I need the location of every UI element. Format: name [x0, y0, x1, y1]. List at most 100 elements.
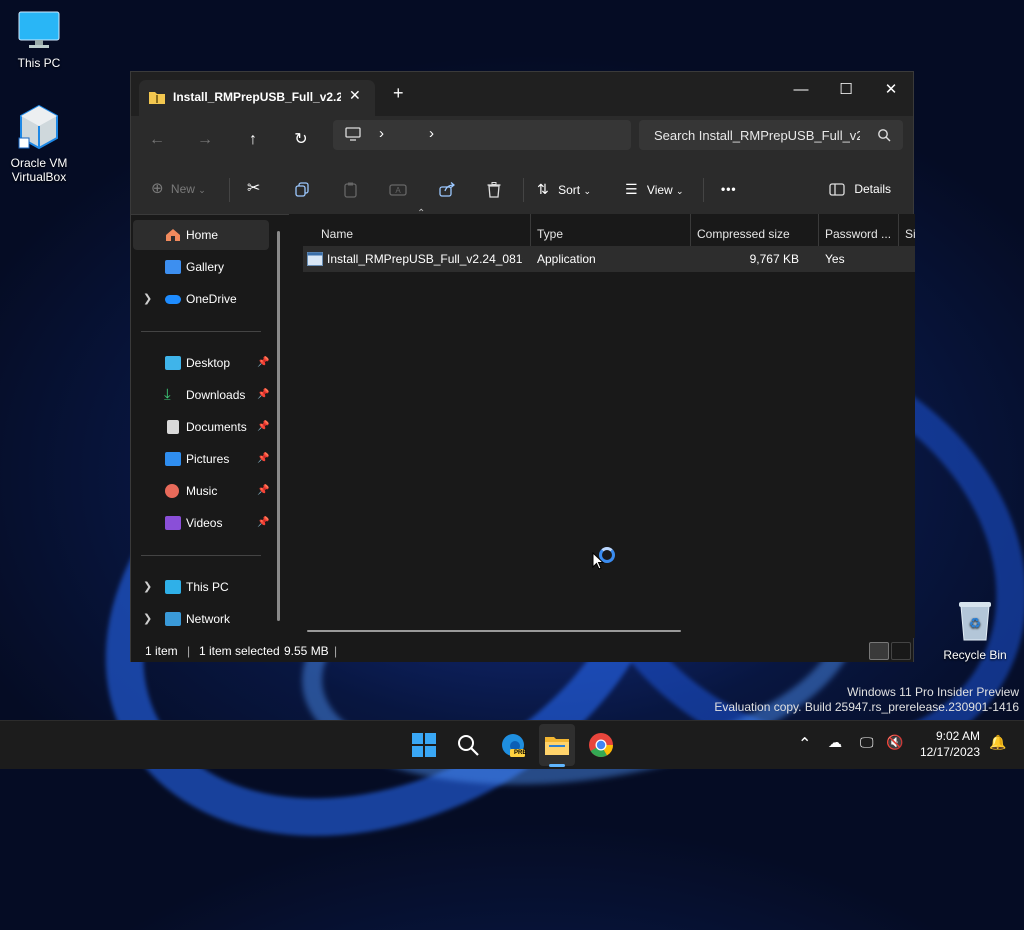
copy-icon — [295, 182, 309, 197]
sidebar-item-home[interactable]: Home — [133, 220, 269, 250]
cloud-icon — [165, 295, 181, 304]
desktop-icon-virtualbox[interactable]: Oracle VM VirtualBox — [1, 104, 77, 184]
sidebar-item-pictures[interactable]: Pictures 📌 — [133, 444, 269, 474]
cell-name: Install_RMPrepUSB_Full_v2.24_0810... — [327, 252, 523, 266]
volume-muted-icon[interactable]: 🔇 — [886, 734, 903, 751]
mouse-pointer-icon — [592, 552, 604, 570]
sidebar-item-downloads[interactable]: ⤓ Downloads 📌 — [133, 380, 269, 410]
system-clock[interactable]: 9:02 AM 12/17/2023 — [918, 728, 980, 760]
forward-button[interactable]: → — [189, 124, 221, 156]
new-button[interactable]: ⊕ New ⌄ — [151, 176, 206, 202]
up-button[interactable]: ↑ — [237, 124, 269, 156]
sort-ascending-icon: ⌃ — [417, 208, 426, 219]
pin-icon[interactable]: 📌 — [257, 348, 269, 378]
back-button[interactable]: ← — [141, 124, 173, 156]
watermark-line: Evaluation copy. Build 25947.rs_prerelea… — [714, 700, 1019, 714]
search-input[interactable]: Search Install_RMPrepUSB_Full_v2.24 — [654, 128, 860, 143]
start-button[interactable] — [406, 727, 442, 763]
sidebar-item-desktop[interactable]: Desktop 📌 — [133, 348, 269, 378]
tiles-view-button[interactable] — [891, 642, 911, 660]
address-bar[interactable]: › › — [333, 120, 631, 150]
minimize-button[interactable]: — — [778, 76, 824, 104]
table-row[interactable]: Install_RMPrepUSB_Full_v2.24_0810... App… — [303, 246, 915, 272]
column-divider[interactable] — [530, 214, 531, 246]
tab-title: Install_RMPrepUSB_Full_v2.24 — [173, 90, 341, 104]
onedrive-offline-icon[interactable]: ☁ — [828, 734, 842, 751]
details-pane-icon — [829, 183, 845, 196]
column-header-name[interactable]: Name — [321, 222, 521, 246]
sort-icon: ⇅ — [537, 181, 549, 197]
sidebar-item-gallery[interactable]: Gallery — [133, 252, 269, 282]
column-header-compressed-size[interactable]: Compressed size — [697, 222, 817, 246]
rename-button[interactable]: A — [389, 176, 407, 202]
sidebar-item-this-pc[interactable]: ❯ This PC — [133, 572, 269, 602]
cell-type: Application — [537, 252, 596, 266]
pin-icon[interactable]: 📌 — [257, 476, 269, 506]
view-button[interactable]: ☰ View ⌄ — [625, 176, 684, 202]
sidebar-label: Home — [186, 228, 219, 242]
chevron-right-icon[interactable]: ❯ — [143, 284, 152, 314]
windows-logo-icon — [412, 733, 436, 757]
column-divider[interactable] — [818, 214, 819, 246]
chevron-right-icon[interactable]: ❯ — [143, 604, 152, 634]
application-icon — [307, 252, 323, 266]
tab-active[interactable]: Install_RMPrepUSB_Full_v2.24 ✕ — [139, 80, 375, 116]
chevron-up-icon[interactable]: ⌃ — [798, 734, 811, 754]
column-divider[interactable] — [898, 214, 899, 246]
share-button[interactable] — [439, 176, 456, 202]
column-header-type[interactable]: Type — [537, 222, 687, 246]
sidebar-label: Music — [186, 484, 218, 498]
column-header-password[interactable]: Password ... — [825, 222, 899, 246]
chevron-right-icon[interactable]: › — [429, 125, 434, 142]
search-box[interactable]: Search Install_RMPrepUSB_Full_v2.24 — [639, 120, 903, 150]
sidebar-label: Documents — [186, 420, 247, 434]
selection-size: 9.55 MB — [284, 644, 329, 658]
sidebar-label: Network — [186, 612, 231, 626]
copy-button[interactable] — [295, 176, 310, 202]
refresh-button[interactable]: ↻ — [285, 124, 317, 156]
paste-button[interactable] — [343, 176, 358, 202]
new-tab-button[interactable]: + — [393, 84, 404, 102]
pin-icon[interactable]: 📌 — [257, 508, 269, 538]
delete-button[interactable] — [487, 176, 501, 202]
chevron-right-icon[interactable]: › — [379, 125, 384, 142]
sidebar-item-documents[interactable]: Documents 📌 — [133, 412, 269, 442]
cut-button[interactable]: ✂ — [247, 176, 260, 202]
sidebar-item-network[interactable]: ❯ Network — [133, 604, 269, 634]
more-options-button[interactable]: ••• — [721, 176, 737, 202]
desktop-icon-recycle-bin[interactable]: ♻ Recycle Bin — [937, 598, 1013, 662]
sort-button[interactable]: ⇅ Sort ⌄ — [537, 176, 591, 202]
column-header-size[interactable]: Si — [905, 222, 915, 246]
sidebar-scrollbar[interactable] — [277, 231, 280, 621]
desktop-icon-this-pc[interactable]: This PC — [1, 10, 77, 70]
taskbar: PRE ⌃ ☁ 🖵 🔇 9:02 AM 12/17/2023 🔔 — [0, 720, 1024, 769]
file-explorer-taskbar-button[interactable] — [539, 727, 575, 763]
folder-zip-icon — [148, 90, 166, 108]
close-icon[interactable]: ✕ — [349, 87, 361, 104]
sidebar-item-videos[interactable]: Videos 📌 — [133, 508, 269, 538]
sidebar-item-onedrive[interactable]: ❯ OneDrive — [133, 284, 269, 314]
chevron-right-icon[interactable]: ❯ — [143, 572, 152, 602]
navigation-bar: ← → ↑ ↻ › › Search Install_RMPrepUSB_Ful… — [131, 116, 913, 164]
navigation-pane: Home Gallery ❯ OneDrive Desktop 📌 ⤓ Down… — [131, 215, 287, 638]
pin-icon[interactable]: 📌 — [257, 444, 269, 474]
pin-icon[interactable]: 📌 — [257, 412, 269, 442]
maximize-button[interactable]: ☐ — [823, 76, 869, 104]
sidebar-item-music[interactable]: Music 📌 — [133, 476, 269, 506]
close-button[interactable]: ✕ — [868, 76, 914, 104]
column-divider[interactable] — [690, 214, 691, 246]
share-icon — [439, 182, 456, 197]
chrome-button[interactable] — [583, 727, 619, 763]
item-count: 1 item — [145, 644, 178, 658]
details-button[interactable]: Details — [829, 176, 891, 202]
search-button[interactable] — [450, 727, 486, 763]
notification-bell-icon[interactable]: 🔔 — [989, 734, 1006, 751]
title-bar: Install_RMPrepUSB_Full_v2.24 ✕ + — ☐ ✕ — [131, 72, 913, 116]
monitor-icon — [165, 580, 181, 594]
network-monitor-icon[interactable]: 🖵 — [860, 734, 874, 751]
status-bar: 1 item | 1 item selected 9.55 MB | — [131, 638, 913, 662]
pin-icon[interactable]: 📌 — [257, 380, 269, 410]
details-view-button[interactable] — [869, 642, 889, 660]
edge-canary-button[interactable]: PRE — [495, 727, 531, 763]
horizontal-scrollbar[interactable] — [307, 630, 681, 632]
